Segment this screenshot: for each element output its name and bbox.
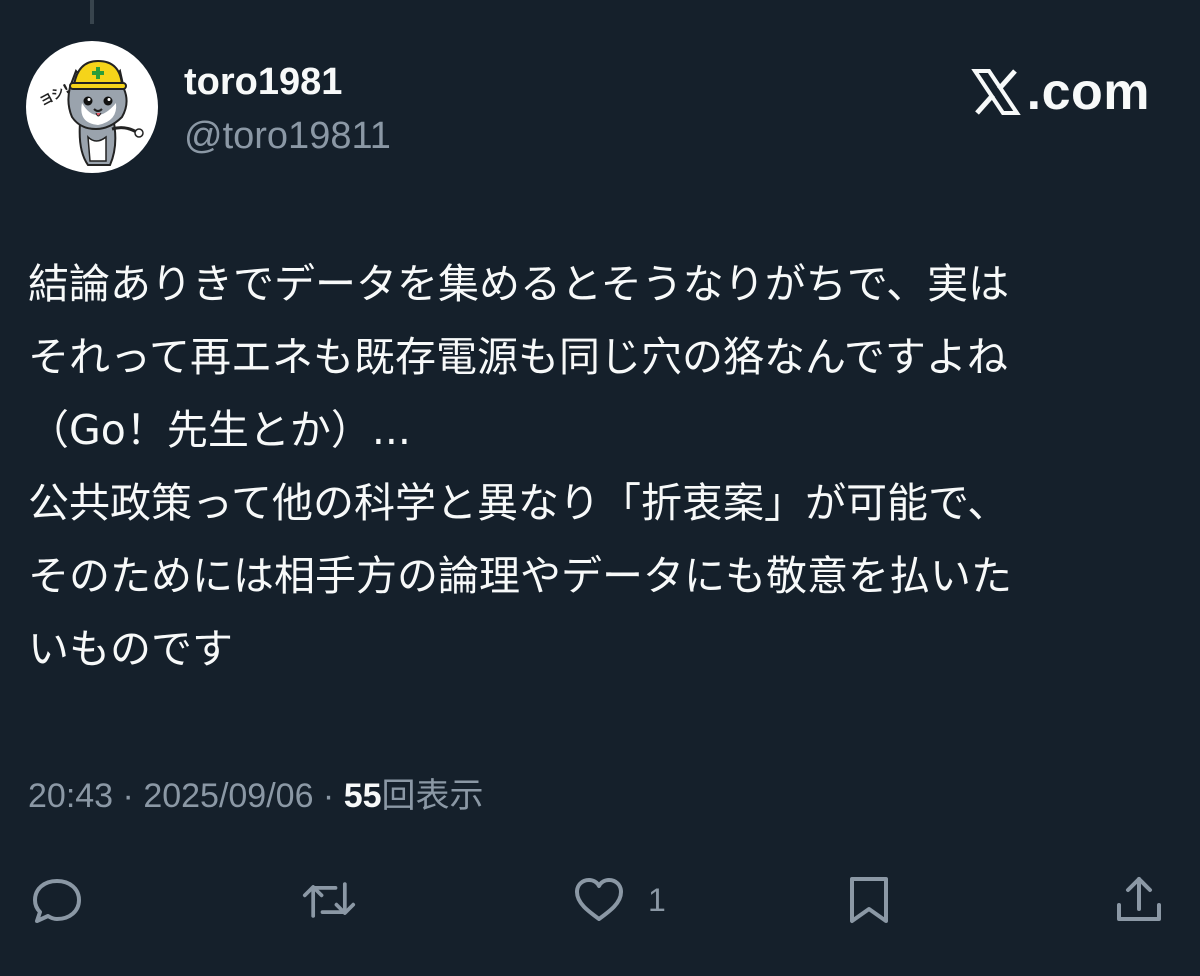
like-button[interactable]: 1 — [572, 872, 666, 928]
x-logo-icon — [970, 69, 1021, 115]
heart-icon — [575, 878, 623, 921]
tweet-line: 公共政策って他の科学と異なり「折衷案」が可能で、 — [28, 479, 1009, 527]
author-display-name[interactable]: toro1981 — [184, 58, 342, 106]
x-brand-watermark: .com — [970, 62, 1150, 122]
hardhat-cat-avatar-icon: ヨシ! — [38, 59, 144, 166]
share-button[interactable] — [1112, 872, 1166, 928]
tweet-line: いものです — [28, 625, 233, 673]
reply-button[interactable] — [30, 872, 84, 928]
svg-text:ヨシ!: ヨシ! — [38, 82, 73, 110]
tweet-line: 結論ありきでデータを集めるとそうなりがちで、実は — [28, 260, 1010, 308]
tweet-date[interactable]: 2025/09/06 — [143, 777, 313, 815]
tweet-line: （Go！先生とか）... — [28, 406, 411, 454]
brand-domain-text: .com — [1026, 63, 1150, 121]
bookmark-icon — [850, 877, 888, 923]
thread-connector-line — [90, 0, 94, 24]
tweet-text: 結論ありきでデータを集めるとそうなりがちで、実は それって再エネも既存電源も同じ… — [28, 248, 1178, 686]
repost-icon — [302, 882, 356, 918]
share-icon — [1117, 877, 1161, 921]
author-avatar[interactable]: ヨシ! — [26, 41, 158, 173]
views-label: 回表示 — [381, 777, 484, 815]
author-handle[interactable]: @toro19811 — [184, 112, 391, 160]
reply-icon — [33, 879, 81, 923]
tweet-line: そのためには相手方の論理やデータにも敬意を払いた — [28, 552, 1012, 600]
bookmark-button[interactable] — [842, 872, 896, 928]
meta-separator: · — [313, 777, 344, 815]
action-bar: 1 — [0, 860, 1200, 940]
repost-button[interactable] — [302, 872, 356, 928]
tweet-line: それって再エネも既存電源も同じ穴の狢なんですよね — [28, 333, 1008, 381]
meta-separator: · — [113, 777, 144, 815]
tweet-meta: 20:43 · 2025/09/06 · 55回表示 — [28, 770, 484, 822]
like-count: 1 — [648, 881, 666, 918]
views-count: 55 — [343, 777, 382, 815]
tweet-time[interactable]: 20:43 — [28, 777, 113, 815]
